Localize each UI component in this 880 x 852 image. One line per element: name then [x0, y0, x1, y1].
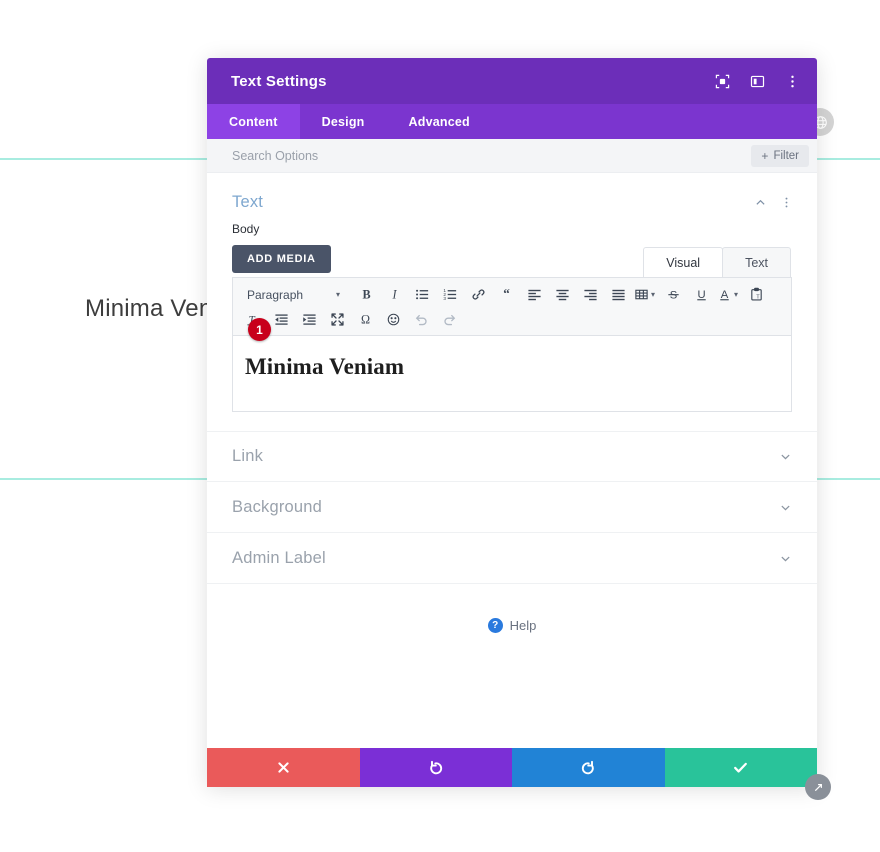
italic-icon[interactable]: I [382, 283, 406, 306]
editor-content-area[interactable]: Minima Veniam [232, 336, 792, 412]
outdent-icon[interactable] [269, 308, 293, 331]
section-controls [754, 196, 793, 209]
svg-text:3: 3 [443, 296, 446, 301]
accordion-label: Link [232, 447, 264, 465]
svg-text:U: U [697, 289, 705, 301]
more-options-icon[interactable] [783, 72, 801, 90]
redo-icon[interactable] [437, 308, 461, 331]
modal-header-actions [713, 72, 801, 90]
strikethrough-icon[interactable]: S [661, 283, 685, 306]
modal-footer [207, 748, 831, 800]
accordion-link[interactable]: Link [207, 431, 817, 482]
special-character-icon[interactable]: Ω [353, 308, 377, 331]
modal-tabbar: Content Design Advanced [207, 104, 817, 139]
undo-icon[interactable] [409, 308, 433, 331]
section-title: Text [232, 193, 264, 211]
filter-button-label: Filter [773, 149, 799, 162]
indent-icon[interactable] [297, 308, 321, 331]
undo-button[interactable] [359, 748, 512, 787]
table-icon[interactable]: ▾ [634, 283, 657, 306]
svg-text:T: T [756, 294, 760, 300]
svg-text:A: A [721, 289, 729, 301]
editor-toolbar: Paragraph ▾ B I 1 2 3 “ ▾ U A ▾ T Ω [232, 277, 792, 336]
tab-visual[interactable]: Visual [643, 247, 724, 277]
help-link[interactable]: ? Help [207, 584, 817, 633]
redo-button[interactable] [512, 748, 665, 787]
align-right-icon[interactable] [578, 283, 602, 306]
accordion-label: Background [232, 497, 323, 516]
bulleted-list-icon[interactable] [410, 283, 434, 306]
more-options-icon[interactable] [780, 196, 793, 209]
accordion-list: Link Background Admin Label [207, 431, 817, 584]
focus-mode-icon[interactable] [713, 72, 731, 90]
align-center-icon[interactable] [550, 283, 574, 306]
chevron-down-icon: ▾ [335, 289, 340, 299]
resize-handle-icon[interactable] [805, 774, 831, 800]
screen: Minima Ven Text Settings Content Design … [0, 0, 880, 852]
svg-text:Ω: Ω [360, 313, 369, 327]
underline-icon[interactable]: U [689, 283, 713, 306]
tab-text[interactable]: Text [722, 247, 791, 277]
align-left-icon[interactable] [522, 283, 546, 306]
blockquote-icon[interactable]: “ [494, 283, 518, 306]
text-settings-modal: Text Settings Content Design Advanced Se… [207, 58, 831, 800]
help-icon: ? [487, 618, 503, 633]
add-media-button[interactable]: ADD MEDIA [232, 245, 331, 273]
step-badge: 1 [248, 318, 271, 341]
editor-content-text: Minima Veniam [245, 354, 405, 379]
save-button[interactable] [664, 748, 817, 787]
tab-design[interactable]: Design [300, 104, 387, 139]
numbered-list-icon[interactable]: 1 2 3 [438, 283, 462, 306]
modal-body: Text Body ADD MEDIA Visual Text Paragrap… [207, 173, 817, 748]
section-header-text: Text [207, 173, 817, 218]
chevron-down-icon [779, 501, 792, 514]
plus-icon: + [761, 148, 769, 163]
chevron-up-icon[interactable] [754, 196, 767, 209]
panel-layout-icon[interactable] [748, 72, 766, 90]
paste-as-text-icon[interactable]: T [744, 283, 768, 306]
search-options-bar: + Filter [207, 139, 817, 173]
editor-toolbar-row-1: Paragraph ▾ B I 1 2 3 “ ▾ U A ▾ T [241, 283, 783, 306]
cancel-button[interactable] [207, 748, 360, 787]
editor-toolbar-row-2: Tx [241, 308, 783, 331]
bold-icon[interactable]: B [354, 283, 378, 306]
fullscreen-icon[interactable] [325, 308, 349, 331]
tab-advanced[interactable]: Advanced [387, 104, 492, 139]
body-field-label: Body [232, 222, 260, 236]
chevron-down-icon [779, 450, 792, 463]
format-select-value: Paragraph [247, 287, 304, 302]
accordion-background[interactable]: Background [207, 482, 817, 533]
chevron-down-icon: ▾ [734, 289, 739, 299]
link-icon[interactable] [466, 283, 490, 306]
modal-title: Text Settings [231, 72, 327, 90]
chevron-down-icon: ▾ [651, 289, 656, 299]
svg-text:I: I [391, 288, 397, 302]
accordion-label: Admin Label [232, 548, 326, 567]
align-justify-icon[interactable] [606, 283, 630, 306]
format-select[interactable]: Paragraph ▾ [241, 283, 344, 306]
text-color-icon[interactable]: A ▾ [717, 283, 740, 306]
page-heading-text: Minima Ven [85, 295, 213, 322]
tab-content[interactable]: Content [207, 104, 300, 139]
accordion-admin-label[interactable]: Admin Label [207, 533, 817, 584]
svg-text:“: “ [503, 287, 510, 300]
body-field: Body ADD MEDIA Visual Text Paragraph ▾ B… [207, 218, 817, 412]
modal-header: Text Settings [207, 58, 817, 104]
chevron-down-icon [779, 552, 792, 565]
search-input[interactable] [232, 148, 752, 163]
help-label: Help [509, 618, 537, 633]
filter-button[interactable]: + Filter [751, 144, 809, 167]
emoji-icon[interactable] [381, 308, 405, 331]
svg-text:B: B [362, 288, 370, 302]
